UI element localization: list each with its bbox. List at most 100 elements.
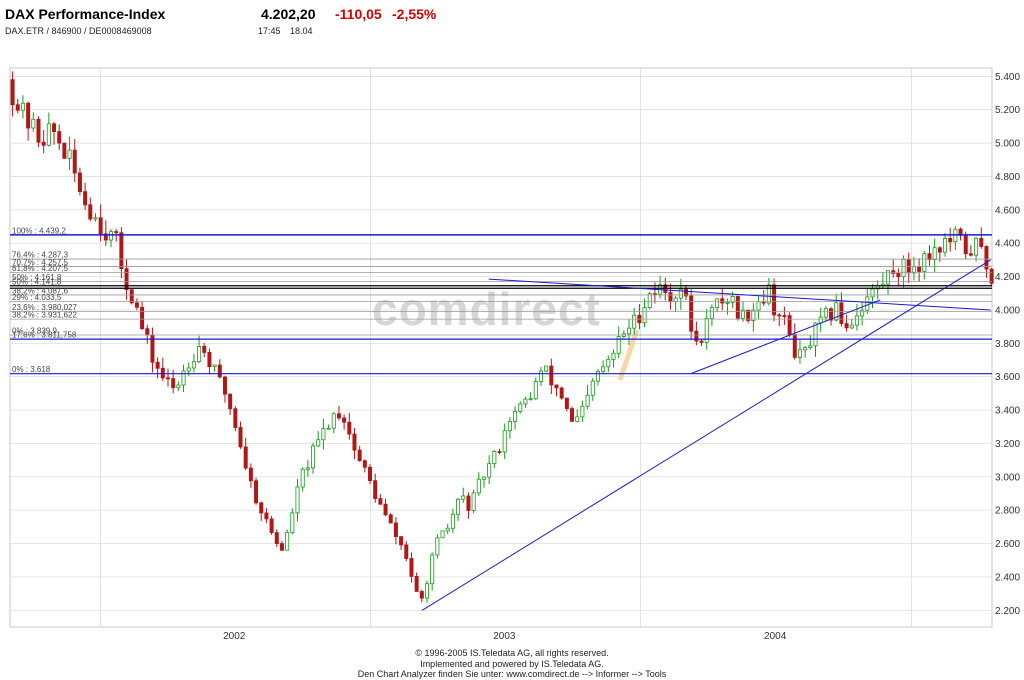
- candle-body: [393, 522, 398, 538]
- candle-body: [124, 268, 129, 291]
- candle-body: [476, 478, 481, 494]
- candle-body: [274, 532, 279, 544]
- candle-body: [518, 403, 523, 412]
- candle-body: [528, 398, 533, 401]
- candle-body: [72, 149, 77, 174]
- candle-body: [849, 324, 854, 329]
- y-tick-label: 2.200: [995, 606, 1020, 617]
- candle-body: [917, 266, 922, 272]
- candle-body: [171, 378, 176, 389]
- candle-body: [538, 370, 543, 382]
- candle-body: [388, 514, 393, 524]
- candle-body: [450, 513, 455, 529]
- candle-body: [647, 293, 652, 308]
- candle-body: [41, 141, 46, 146]
- x-tick-label: 2002: [223, 631, 246, 642]
- candle-body: [228, 393, 233, 410]
- candle-body: [901, 259, 906, 278]
- candle-body: [269, 518, 274, 533]
- candle-body: [984, 246, 989, 270]
- level-label: 38,2% : 3.931,622: [12, 311, 77, 320]
- candle-body: [212, 364, 217, 368]
- candle-body: [155, 361, 160, 369]
- candle-body: [31, 118, 36, 129]
- chart-analyzer-link-text[interactable]: Den Chart Analyzer finden Sie unter: www…: [0, 669, 1024, 680]
- level-label: 50% : 4.141,8: [12, 277, 62, 286]
- candle-body: [93, 217, 98, 220]
- candle-body: [311, 445, 316, 469]
- y-tick-label: 2.600: [995, 539, 1020, 550]
- candle-body: [813, 322, 818, 347]
- percent-change: -2,55%: [392, 6, 437, 22]
- candle-body: [191, 361, 196, 369]
- candle-body: [709, 307, 714, 319]
- candle-body: [352, 433, 357, 451]
- candle-body: [823, 308, 828, 318]
- candlestick-chart: 2.200 2.400 2.600 2.800 3.000 3.200 3.400 3.600…: [9, 67, 1020, 642]
- candle-body: [782, 315, 787, 318]
- candle-body: [559, 387, 564, 399]
- candle-body: [896, 272, 901, 278]
- candle-body: [336, 413, 341, 419]
- candle-body: [839, 302, 844, 324]
- candle-body: [497, 451, 502, 453]
- candle-body: [922, 253, 927, 272]
- chart-header: DAX Performance-Index DAX.ETR / 846900 /…: [0, 0, 1024, 40]
- candle-body: [10, 79, 15, 106]
- candle-body: [870, 288, 875, 298]
- implementation-text: Implemented and powered by IS.Teledata A…: [420, 658, 604, 669]
- candle-body: [492, 451, 497, 465]
- candle-body: [797, 349, 802, 358]
- index-identifiers: DAX.ETR / 846900 / DE0008469008: [5, 26, 152, 36]
- candle-body: [357, 449, 362, 462]
- candle-body: [321, 428, 326, 441]
- candle-body: [238, 427, 243, 448]
- candle-body: [134, 302, 139, 308]
- candle-body: [787, 315, 792, 336]
- candle-body: [342, 417, 347, 423]
- candle-body: [129, 289, 134, 304]
- candle-body: [207, 352, 212, 368]
- candle-body: [160, 367, 165, 379]
- y-tick-label: 4.600: [995, 205, 1020, 216]
- candle-body: [186, 367, 191, 372]
- candle-body: [285, 532, 290, 551]
- candle-body: [305, 467, 310, 470]
- candle-body: [803, 347, 808, 351]
- last-price: 4.202,20: [261, 6, 316, 22]
- candle-body: [627, 327, 632, 335]
- chart-footer: © 1996-2005 IS.Teledata AG, all rights r…: [0, 648, 1024, 680]
- candle-body: [248, 467, 253, 482]
- candle-body: [52, 123, 57, 132]
- candle-body: [165, 377, 170, 380]
- candle-body: [98, 217, 103, 235]
- comdirect-watermark: comdirect: [372, 283, 601, 335]
- candle-body: [197, 346, 202, 363]
- candle-body: [906, 259, 911, 274]
- candle-body: [67, 149, 72, 159]
- y-tick-label: 3.000: [995, 472, 1020, 483]
- candle-body: [595, 370, 600, 382]
- candle-body: [440, 530, 445, 539]
- y-tick-label: 4.000: [995, 305, 1020, 316]
- candle-body: [368, 466, 373, 482]
- candle-body: [844, 323, 849, 329]
- candle-body: [62, 142, 67, 159]
- candle-body: [989, 268, 994, 284]
- candle-body: [642, 307, 647, 324]
- candle-body: [974, 237, 979, 256]
- candle-body: [937, 247, 942, 253]
- candle-body: [264, 512, 269, 520]
- level-label: 100% : 4.439,2: [12, 226, 66, 235]
- candle-body: [222, 376, 227, 395]
- candle-body: [140, 306, 145, 330]
- level-label: 29% : 4.033,5: [12, 293, 62, 302]
- candle-body: [580, 405, 585, 418]
- candle-body: [818, 316, 823, 324]
- candle-body: [601, 366, 606, 372]
- candle-body: [83, 191, 88, 206]
- candle-body: [181, 370, 186, 386]
- candle-body: [777, 314, 782, 317]
- candle-body: [715, 298, 720, 308]
- candle-body: [404, 544, 409, 559]
